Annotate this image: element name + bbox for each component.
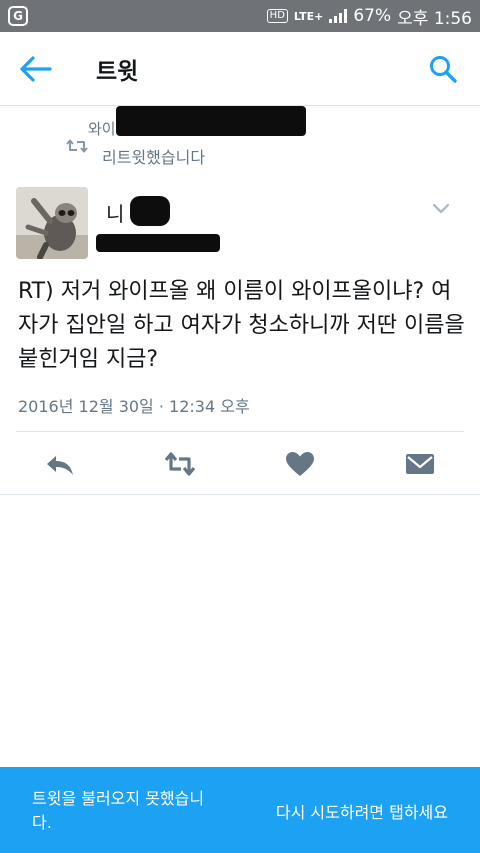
tweet-timestamp: 2016년 12월 30일 · 12:34 오후 [18,397,250,416]
avatar[interactable] [16,187,88,259]
signal-icon [329,9,348,23]
divider [0,494,480,495]
status-indicators: HD LTE+ 67% 오후 1:56 [266,0,472,32]
redaction-mark [116,106,306,136]
clock: 오후 1:56 [397,8,472,29]
redaction-mark [96,234,220,252]
retweet-icon[interactable] [164,450,196,478]
reply-icon[interactable] [44,450,76,478]
back-arrow-icon[interactable] [18,54,54,84]
network-type: LTE+ [293,9,324,23]
retweet-small-icon [66,139,88,153]
app-bar: 트윗 [0,32,480,106]
error-message: 트윗을 불러오지 못했습니다. [32,789,205,832]
tweet-actions [0,440,480,490]
hd-voice-icon: HD [266,9,288,23]
retweeted-label: 리트윗했습니다 [102,148,206,167]
search-icon[interactable] [428,54,458,84]
like-heart-icon[interactable] [284,450,316,478]
error-banner[interactable]: 트윗을 불러오지 못했습니다. 다시 시도하려면 탭하세요 [0,767,480,853]
author-name[interactable]: 니 [106,198,124,227]
tweet-text: RT) 저거 와이프올 왜 이름이 와이프올이냐? 여자가 집안일 하고 여자가… [18,279,465,372]
app-notification-icon: G [8,6,28,26]
status-bar: G HD LTE+ 67% 오후 1:56 [0,0,480,32]
battery-level: 67% [353,6,392,26]
page-title: 트윗 [96,59,139,85]
chevron-down-icon[interactable] [432,203,450,215]
redaction-mark [130,196,170,226]
direct-message-icon[interactable] [404,450,436,478]
retry-button[interactable]: 다시 시도하려면 탭하세요 [276,799,448,823]
divider [16,431,464,432]
raccoon-avatar-image [16,187,88,259]
